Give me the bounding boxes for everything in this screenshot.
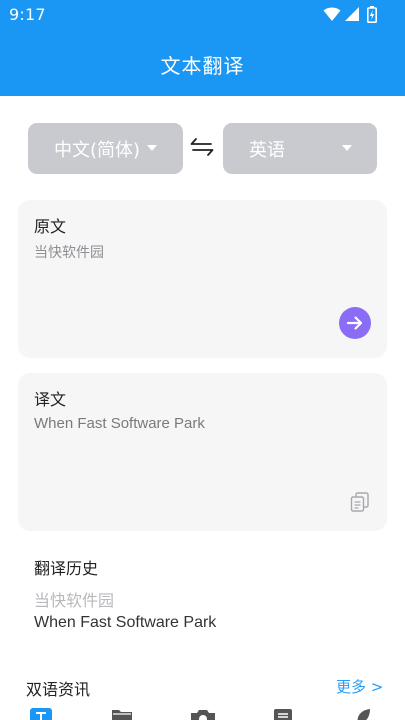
source-text-input[interactable]: 当快软件园 xyxy=(34,242,104,262)
translate-button[interactable] xyxy=(339,307,371,339)
news-more-link[interactable]: 更多 > xyxy=(336,676,383,697)
swap-arrows-icon[interactable] xyxy=(190,135,214,159)
document-icon[interactable] xyxy=(273,706,293,720)
camera-icon[interactable] xyxy=(190,706,216,720)
chevron-down-icon xyxy=(342,145,352,151)
source-text-card[interactable]: 原文 当快软件园 xyxy=(18,200,387,358)
copy-icon[interactable] xyxy=(349,491,371,513)
wifi-icon xyxy=(323,7,341,21)
source-card-title: 原文 xyxy=(34,217,67,236)
news-title: 双语资讯 xyxy=(26,680,91,699)
source-language-dropdown[interactable]: 中文(简体) xyxy=(28,123,183,174)
history-item-target[interactable]: When Fast Software Park xyxy=(34,614,216,632)
target-language-label: 英语 xyxy=(249,140,285,161)
app-bar: 文本翻译 xyxy=(0,30,405,96)
leaf-icon[interactable] xyxy=(355,706,371,720)
result-text: When Fast Software Park xyxy=(34,415,205,432)
status-time: 9:17 xyxy=(9,5,46,24)
folder-icon[interactable] xyxy=(111,706,133,720)
text-translate-icon[interactable] xyxy=(30,706,52,720)
signal-icon xyxy=(345,7,359,21)
history-title: 翻译历史 xyxy=(34,559,99,578)
status-bar: 9:17 xyxy=(0,0,405,30)
news-header: 双语资讯 更多 > xyxy=(0,672,405,699)
result-card-title: 译文 xyxy=(34,390,67,409)
page-title: 文本翻译 xyxy=(160,54,245,78)
battery-icon xyxy=(367,5,377,23)
result-text-card: 译文 When Fast Software Park xyxy=(18,373,387,531)
history-item-source[interactable]: 当快软件园 xyxy=(34,587,114,611)
target-language-dropdown[interactable]: 英语 xyxy=(223,123,377,174)
history-section: 翻译历史 当快软件园 When Fast Software Park xyxy=(0,545,405,645)
source-language-label: 中文(简体) xyxy=(54,140,141,161)
status-icons xyxy=(323,5,377,23)
bottom-nav xyxy=(0,704,405,720)
arrow-right-icon xyxy=(346,316,363,330)
chevron-down-icon xyxy=(147,145,157,151)
